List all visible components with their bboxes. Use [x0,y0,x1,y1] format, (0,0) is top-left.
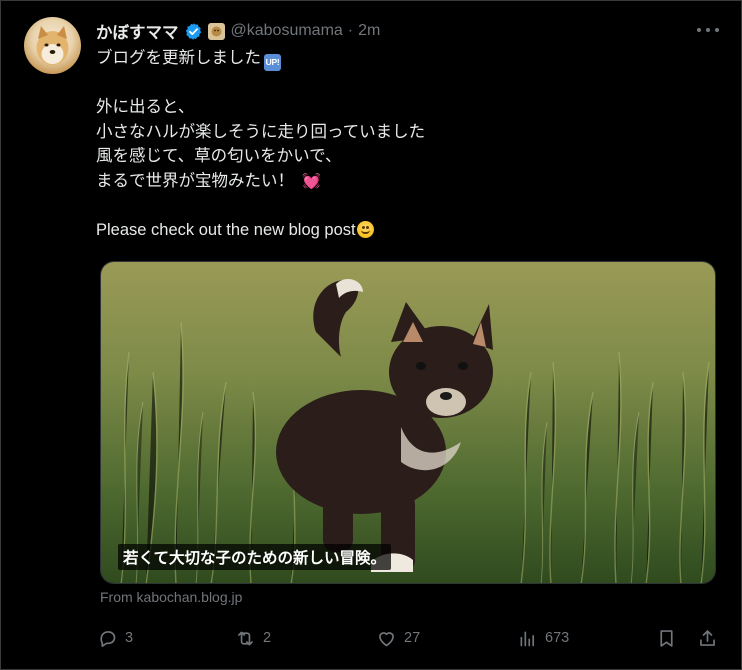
tweet-line: Please check out the new blog post [96,218,716,243]
card-caption: 若くて大切な子のための新しい冒険。 [118,544,392,570]
retweet-icon [238,631,253,645]
views-count: 673 [545,630,570,646]
retweet-button[interactable]: 2 [235,626,271,650]
action-bar: 3 2 27 673 [0,626,742,650]
views-button[interactable]: 673 [517,626,569,650]
display-name[interactable]: かぼすママ [96,19,179,43]
handle[interactable]: @kabosumama [231,22,343,40]
tweet-text: ブログを更新しました UP! 外に出ると、 小さなハルが楽しそうに走り回っていまし… [96,46,716,243]
reply-button[interactable]: 3 [97,626,133,650]
bookmark-icon [660,629,673,647]
reply-count: 3 [125,630,134,646]
tweet-line: 風を感じて、草の匂いをかいで、 [96,147,342,166]
heart-emoji-icon: 💓 [302,172,321,190]
bookmark-button[interactable] [656,626,677,650]
timestamp[interactable]: 2m [358,22,380,40]
like-button[interactable]: 27 [376,626,420,650]
card-source[interactable]: From kabochan.blog.jp [100,589,242,605]
views-icon [520,631,535,646]
card-image [101,262,715,583]
separator-dot: · [347,22,354,39]
reply-icon [100,630,116,647]
org-badge-icon [207,22,225,40]
retweet-count: 2 [263,630,272,646]
tweet-line [96,71,716,96]
like-icon [379,631,394,646]
tweet-line: 外に出ると、 [96,98,195,117]
up-badge-icon: UP! [264,54,281,71]
share-icon [700,629,715,646]
avatar[interactable] [24,17,81,74]
tweet-line: まるで世界が宝物みたい！ 💓 [96,169,716,194]
share-button[interactable] [697,626,718,650]
smile-emoji-icon [356,221,374,239]
tweet-header: かぼすママ @kabosumama · 2m [96,19,380,43]
tweet-line [96,194,716,219]
tweet-line: ブログを更新しました UP! [96,46,716,71]
more-icon[interactable] [697,22,719,38]
like-count: 27 [404,630,421,646]
tweet-line: 小さなハルが楽しそうに走り回っていました [96,122,426,141]
link-card[interactable]: 若くて大切な子のための新しい冒険。 [100,261,716,584]
verified-icon [185,22,201,40]
